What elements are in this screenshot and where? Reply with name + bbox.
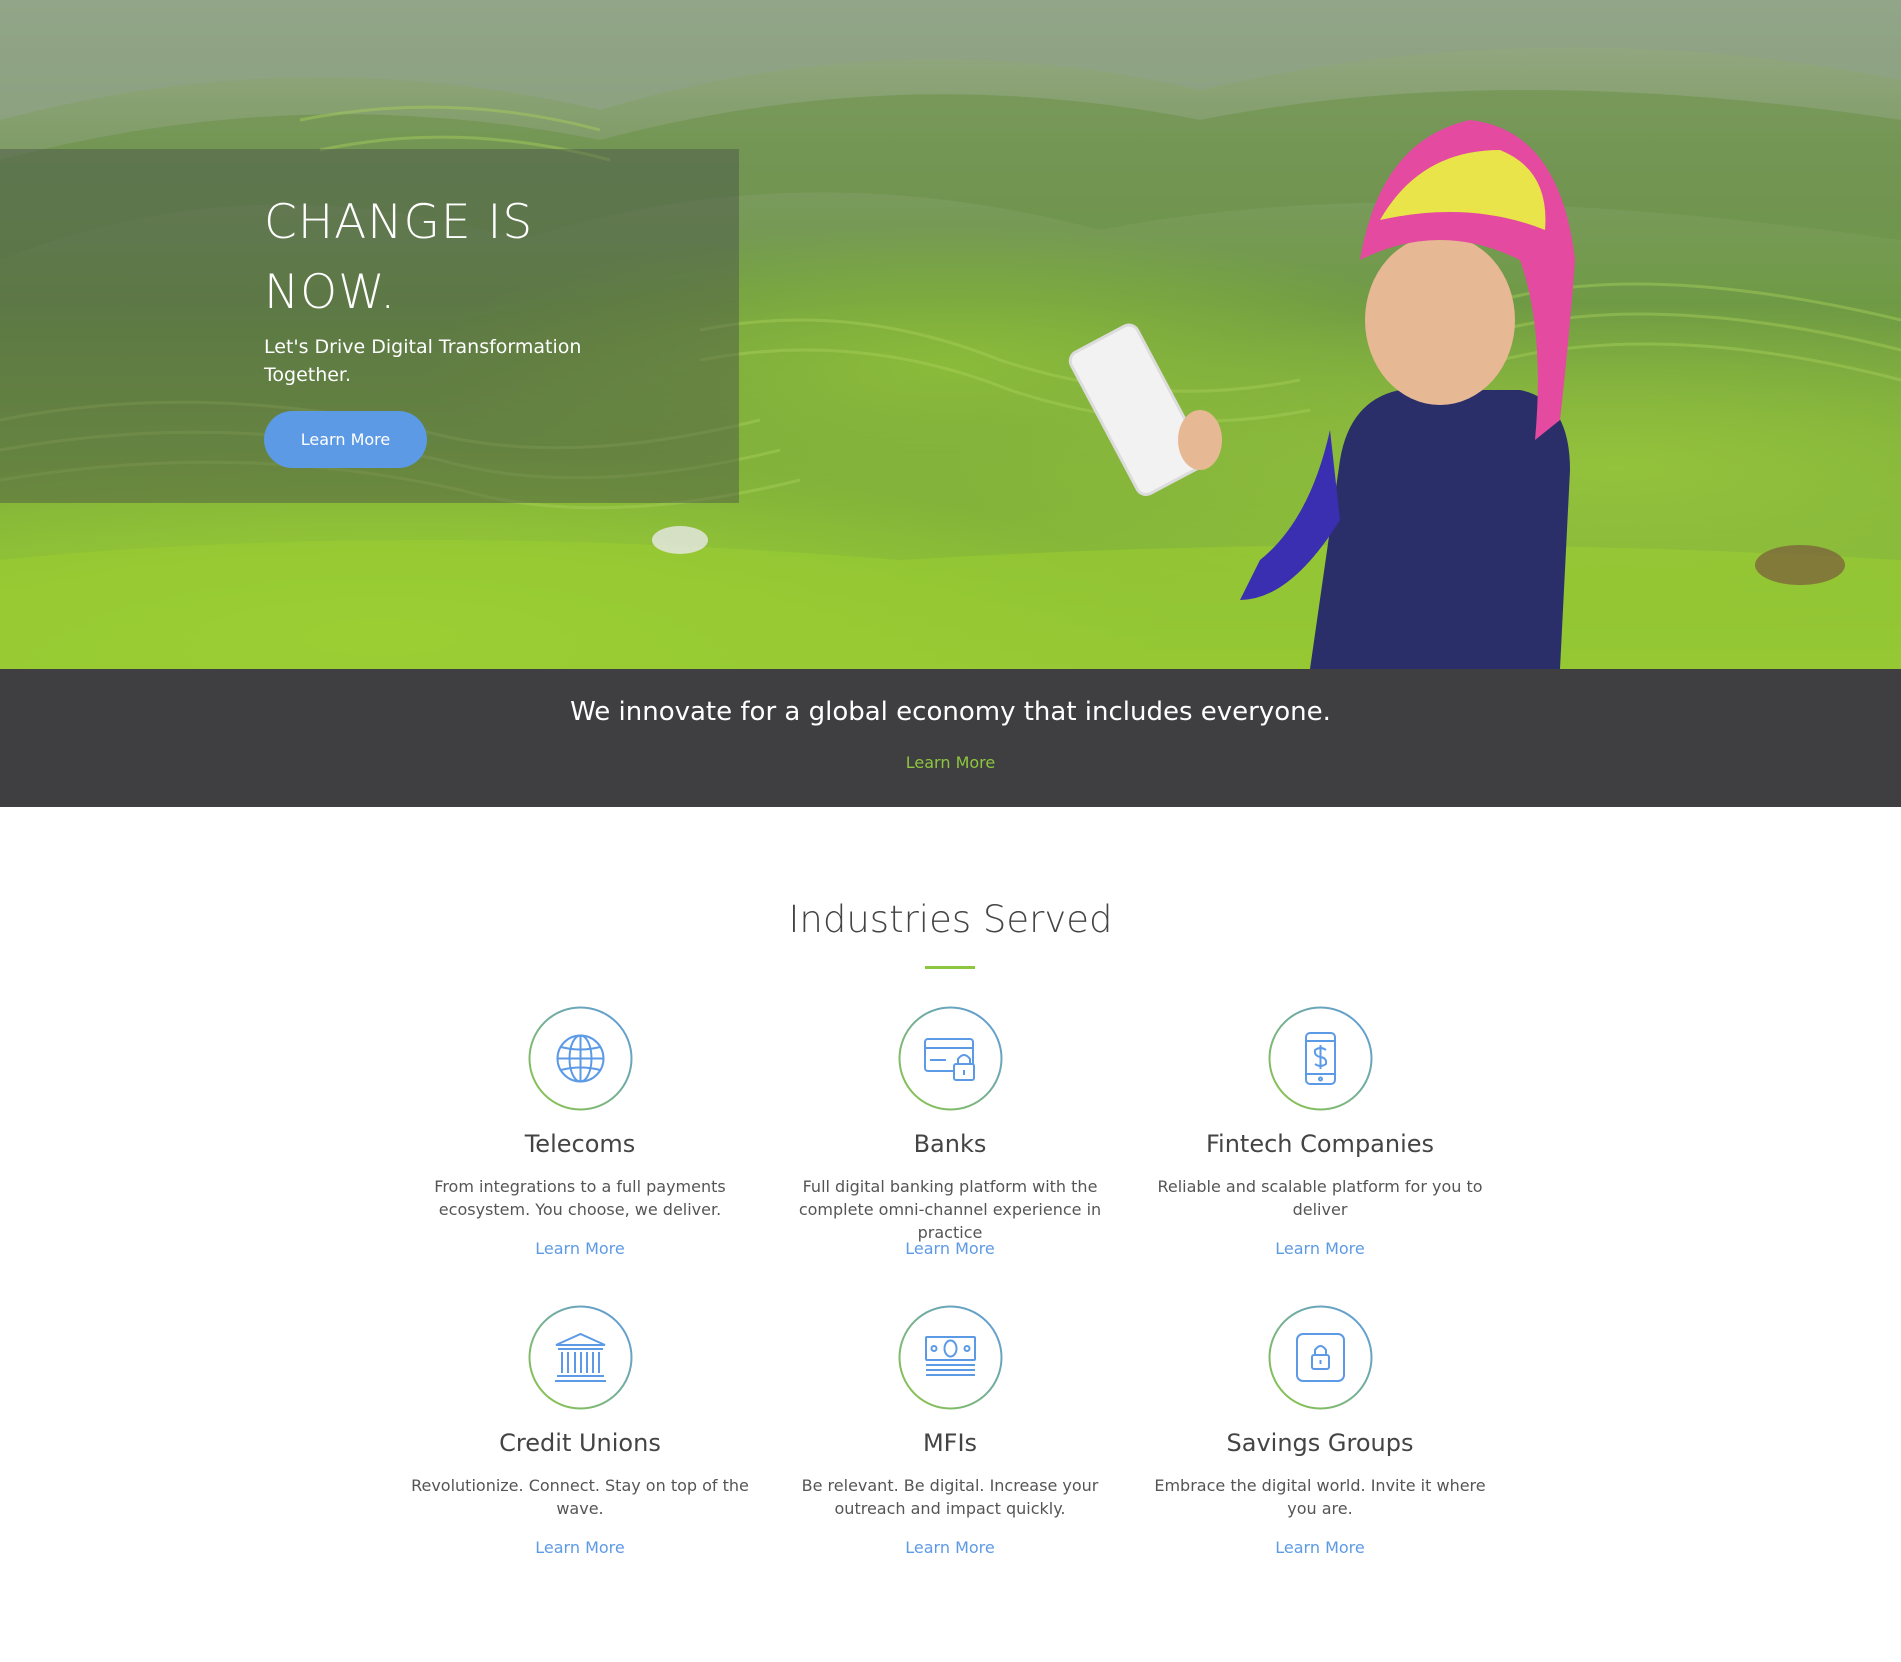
phone-dollar-icon: [1268, 1006, 1373, 1111]
industry-title: Telecoms: [524, 1130, 636, 1158]
banknote-icon: [898, 1305, 1003, 1410]
safe-lock-icon: [1268, 1305, 1373, 1410]
hero-section: CHANGE IS NOW. Let's Drive Digital Trans…: [0, 0, 1901, 669]
industry-title: Credit Unions: [499, 1429, 661, 1457]
industry-learn-more-link[interactable]: Learn More: [1140, 1538, 1500, 1557]
mission-learn-more-link[interactable]: Learn More: [0, 753, 1901, 772]
hero-subtitle: Let's Drive Digital Transformation Toget…: [264, 336, 582, 386]
globe-icon: [528, 1006, 633, 1111]
bank-building-icon: [528, 1305, 633, 1410]
industry-title: Savings Groups: [1226, 1429, 1414, 1457]
industry-description: Reliable and scalable platform for you t…: [1157, 1177, 1483, 1219]
industry-learn-more-link[interactable]: Learn More: [1140, 1239, 1500, 1258]
industry-learn-more-link[interactable]: Learn More: [770, 1239, 1130, 1258]
mission-statement: We innovate for a global economy that in…: [570, 697, 1331, 727]
industry-learn-more-link[interactable]: Learn More: [770, 1538, 1130, 1557]
hero-title: CHANGE IS NOW.: [264, 195, 534, 320]
industry-description: Revolutionize. Connect. Stay on top of t…: [411, 1476, 749, 1518]
industry-learn-more-link[interactable]: Learn More: [400, 1239, 760, 1258]
mission-band: We innovate for a global economy that in…: [0, 669, 1901, 807]
industry-learn-more-link[interactable]: Learn More: [400, 1538, 760, 1557]
industries-title: Industries Served: [788, 898, 1113, 941]
title-divider: [925, 966, 975, 969]
industry-description: Full digital banking platform with the c…: [798, 1177, 1102, 1242]
industry-title: Banks: [913, 1130, 987, 1158]
hero-learn-more-button[interactable]: Learn More: [264, 411, 427, 468]
card-lock-icon: [898, 1006, 1003, 1111]
industry-title: Fintech Companies: [1205, 1130, 1435, 1158]
industry-title: MFIs: [922, 1429, 978, 1457]
industry-description: From integrations to a full payments eco…: [434, 1177, 726, 1219]
industry-description: Embrace the digital world. Invite it whe…: [1154, 1476, 1486, 1518]
industry-description: Be relevant. Be digital. Increase your o…: [801, 1476, 1099, 1518]
